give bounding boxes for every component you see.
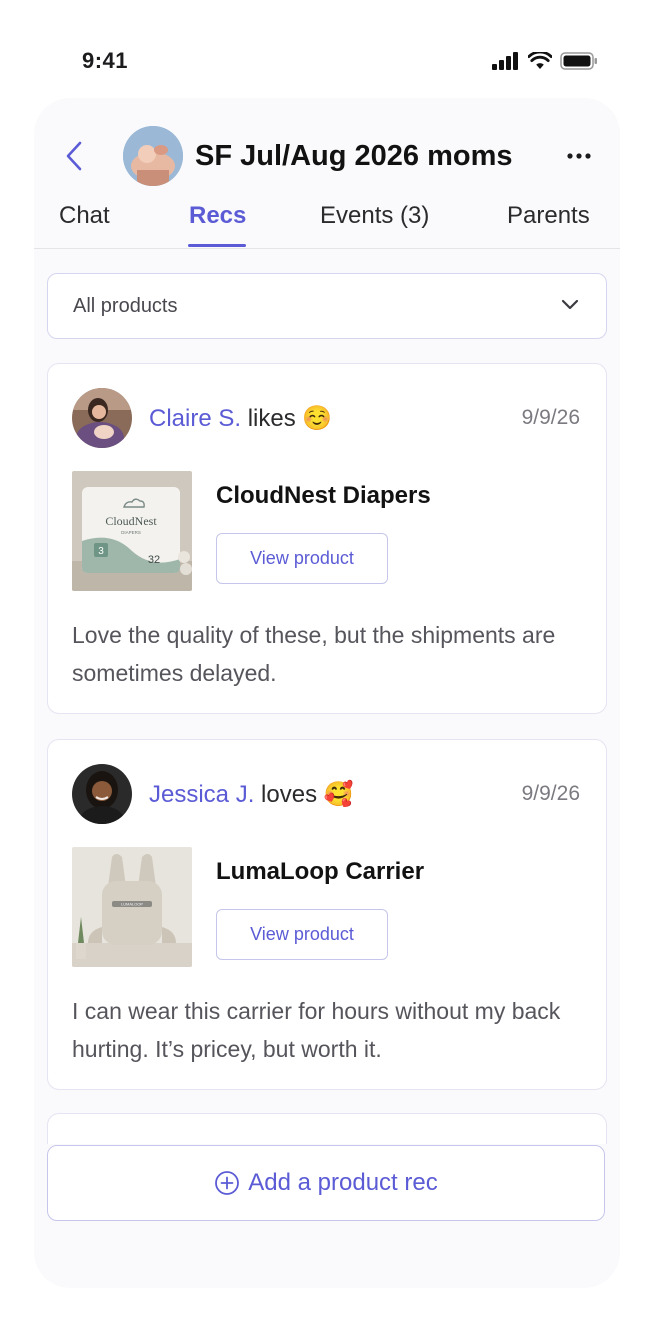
product-name: CloudNest Diapers (216, 482, 431, 509)
group-title: SF Jul/Aug 2026 moms (195, 140, 513, 172)
tab-bar: Chat Recs Events (3) Parents (34, 198, 620, 249)
plus-circle-icon (215, 1171, 240, 1195)
more-dots-icon (567, 153, 591, 159)
rec-card: Claire S. likes ☺️ 9/9/26 CloudNest DIAP… (47, 363, 607, 714)
tab-recs[interactable]: Recs (189, 202, 246, 230)
active-tab-indicator (188, 244, 246, 247)
rec-date: 9/9/26 (521, 782, 580, 805)
status-time: 9:41 (82, 48, 129, 73)
tab-chat[interactable]: Chat (59, 202, 110, 230)
group-header: SF Jul/Aug 2026 moms Chat Recs Events (3… (34, 98, 620, 249)
avatar[interactable] (72, 388, 132, 448)
rec-card-partial (47, 1113, 607, 1144)
avatar-image (72, 764, 132, 824)
tab-parents[interactable]: Parents (507, 202, 590, 230)
product-filter-select[interactable]: All products (47, 273, 607, 339)
signal-icon (492, 52, 518, 70)
svg-text:3: 3 (98, 546, 104, 557)
svg-text:32: 32 (148, 554, 160, 566)
rec-verb: likes (247, 405, 296, 432)
product-image[interactable]: CloudNest DIAPERS 3 32 (72, 471, 192, 591)
add-product-rec-button[interactable]: Add a product rec (47, 1145, 605, 1221)
svg-text:CloudNest: CloudNest (105, 514, 157, 528)
rec-user-link[interactable]: Claire S. (149, 405, 241, 432)
rec-comment: Love the quality of these, but the shipm… (72, 622, 556, 686)
rec-author-line: Jessica J. loves 🥰 (149, 780, 354, 809)
view-product-button[interactable]: View product (216, 909, 388, 960)
wifi-icon (528, 52, 552, 69)
baby-carrier-image: LUMALOOP (72, 847, 192, 967)
rec-verb: loves (261, 781, 318, 808)
rec-author-line: Claire S. likes ☺️ (149, 404, 332, 433)
chevron-down-icon (561, 299, 579, 310)
product-image[interactable]: LUMALOOP (72, 847, 192, 967)
view-product-button[interactable]: View product (216, 533, 388, 584)
back-chevron-icon (66, 141, 82, 171)
avatar-image (72, 388, 132, 448)
rec-date: 9/9/26 (521, 406, 580, 429)
svg-text:DIAPERS: DIAPERS (121, 530, 141, 535)
rec-user-link[interactable]: Jessica J. (149, 781, 254, 808)
reaction-emoji: ☺️ (302, 405, 333, 432)
battery-icon (560, 52, 597, 70)
rec-comment: I can wear this carrier for hours withou… (72, 998, 561, 1062)
tab-events[interactable]: Events (3) (320, 202, 429, 230)
back-button[interactable] (60, 138, 90, 174)
filter-selected-value: All products (73, 295, 178, 317)
rec-card: Jessica J. loves 🥰 9/9/26 LUMALOOP LumaL… (47, 739, 607, 1090)
status-bar: 9:41 (0, 0, 656, 110)
status-icons (492, 52, 598, 70)
group-avatar-image (123, 126, 183, 186)
reaction-emoji: 🥰 (323, 781, 354, 808)
product-name: LumaLoop Carrier (216, 858, 425, 885)
diaper-package-image: CloudNest DIAPERS 3 32 (72, 471, 192, 591)
add-product-rec-label: Add a product rec (248, 1169, 438, 1196)
avatar[interactable] (72, 764, 132, 824)
svg-text:LUMALOOP: LUMALOOP (121, 902, 144, 907)
more-options-button[interactable] (564, 144, 594, 168)
group-avatar[interactable] (123, 126, 183, 186)
